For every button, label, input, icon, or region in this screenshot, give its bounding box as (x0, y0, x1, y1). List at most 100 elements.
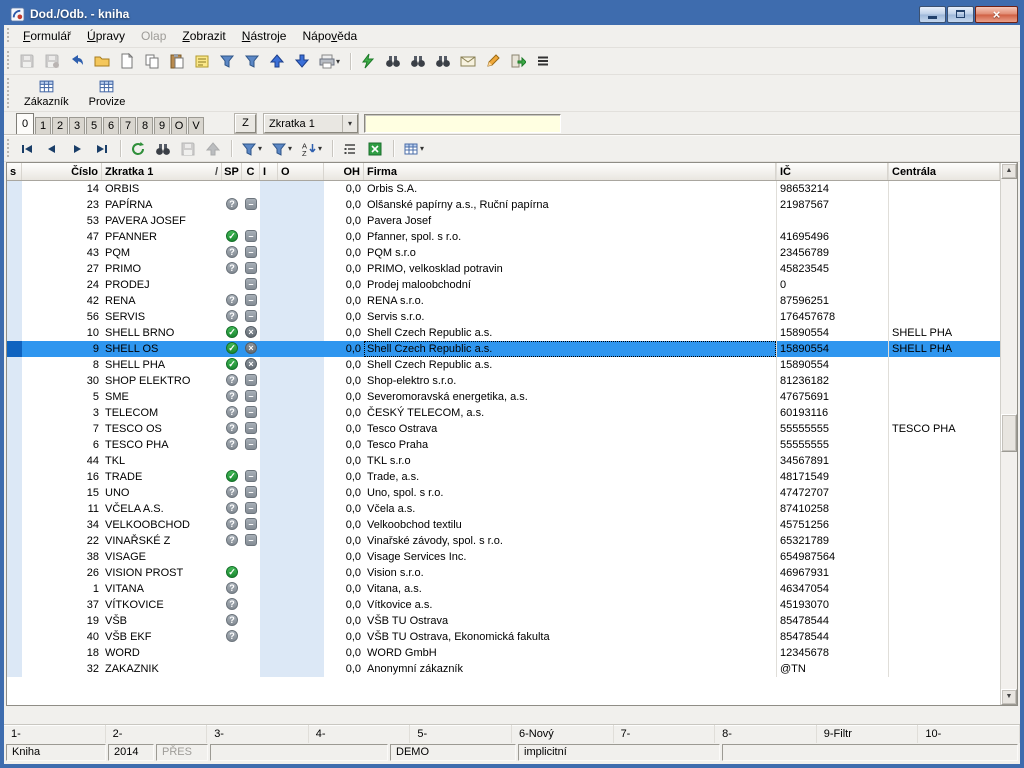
grid-row[interactable]: 3TELECOM?–0,0ČESKÝ TELECOM, a.s.60193116 (7, 405, 1000, 421)
grid-row[interactable]: 38VISAGE0,0Visage Services Inc.654987564 (7, 549, 1000, 565)
column-header-centrala[interactable]: Centrála (888, 163, 1000, 180)
column-header-i[interactable]: I (260, 163, 278, 180)
menu-item-nastroje[interactable]: Nástroje (234, 26, 295, 46)
grid-row[interactable]: 18WORD0,0WORD GmbH12345678 (7, 645, 1000, 661)
find-button[interactable] (381, 50, 405, 72)
first-record-button[interactable] (15, 138, 39, 160)
fn-key-3[interactable]: 3- (207, 725, 309, 743)
filter-button[interactable] (215, 50, 239, 72)
grid-row[interactable]: 8SHELL PHA✓×0,0Shell Czech Republic a.s.… (7, 357, 1000, 373)
scroll-track[interactable] (1001, 179, 1017, 689)
grid-row[interactable]: 53PAVERA JOSEF0,0Pavera Josef (7, 213, 1000, 229)
notes-button[interactable] (190, 50, 214, 72)
search-column-select[interactable]: Zkratka 1 ▾ (264, 114, 358, 133)
maximize-button[interactable] (947, 6, 974, 23)
edit-button[interactable] (481, 50, 505, 72)
grid-row[interactable]: 19VŠB?0,0VŠB TU Ostrava85478544 (7, 613, 1000, 629)
grid-row[interactable]: 23PAPÍRNA?–0,0Olšanské papírny a.s., Ruč… (7, 197, 1000, 213)
provize-button[interactable]: Provize (80, 76, 135, 110)
grid-row[interactable]: 1VITANA?0,0Vitana, a.s.46347054 (7, 581, 1000, 597)
open-button[interactable] (90, 50, 114, 72)
chevron-down-icon[interactable]: ▾ (288, 144, 292, 153)
menu-item-formular[interactable]: Formulář (15, 26, 79, 46)
tab-9[interactable]: 9 (154, 117, 170, 134)
grid-row[interactable]: 6TESCO PHA?–0,0Tesco Praha55555555 (7, 437, 1000, 453)
grid-row[interactable]: 9SHELL OS✓×0,0Shell Czech Republic a.s.1… (7, 341, 1000, 357)
chevron-down-icon[interactable]: ▾ (258, 144, 262, 153)
grid-row[interactable]: 47PFANNER✓–0,0Pfanner, spol. s r.o.41695… (7, 229, 1000, 245)
column-mode-button[interactable]: Z (235, 114, 256, 133)
grid-row[interactable]: 14ORBIS0,0Orbis S.A.98653214 (7, 181, 1000, 197)
undo-button[interactable] (65, 50, 89, 72)
chevron-down-icon[interactable]: ▾ (336, 57, 340, 66)
column-header-cislo[interactable]: Číslo (22, 163, 102, 180)
last-record-button[interactable] (90, 138, 114, 160)
column-header-firma[interactable]: Firma (364, 163, 776, 180)
grid-row[interactable]: 37VÍTKOVICE?0,0Vítkovice a.s.45193070 (7, 597, 1000, 613)
grid-row[interactable]: 5SME?–0,0Severomoravská energetika, a.s.… (7, 389, 1000, 405)
table-view-button[interactable]: ▾ (399, 138, 428, 160)
grid-row[interactable]: 22VINAŘSKÉ Z?–0,0Vinařské závody, spol. … (7, 533, 1000, 549)
grid-row[interactable]: 24PRODEJ–0,0Prodej maloobchodní0 (7, 277, 1000, 293)
fn-key-4[interactable]: 4- (309, 725, 411, 743)
grid-row[interactable]: 30SHOP ELEKTRO?–0,0Shop-elektro s.r.o.81… (7, 373, 1000, 389)
excel-export-button[interactable] (363, 138, 387, 160)
grid-row[interactable]: 15UNO?–0,0Uno, spol. s r.o.47472707 (7, 485, 1000, 501)
copy-button[interactable] (140, 50, 164, 72)
outline-view-button[interactable] (338, 138, 362, 160)
tab-2[interactable]: 2 (52, 117, 68, 134)
fn-key-8[interactable]: 8- (715, 725, 817, 743)
chevron-down-icon[interactable]: ▾ (342, 115, 357, 132)
fn-key-6[interactable]: 6-Nový (512, 725, 614, 743)
title-bar[interactable]: Dod./Odb. - kniha × (4, 0, 1020, 25)
tab-5[interactable]: 5 (86, 117, 102, 134)
tab-8[interactable]: 8 (137, 117, 153, 134)
fn-key-2[interactable]: 2- (106, 725, 208, 743)
chevron-down-icon[interactable]: ▾ (318, 144, 322, 153)
move-down-button[interactable] (290, 50, 314, 72)
grid-row[interactable]: 27PRIMO?–0,0PRIMO, velkosklad potravin45… (7, 261, 1000, 277)
move-up-button[interactable] (265, 50, 289, 72)
prev-record-button[interactable] (40, 138, 64, 160)
column-header-ic[interactable]: IČ (776, 163, 888, 180)
window-menu-button[interactable] (531, 50, 555, 72)
grid-row[interactable]: 16TRADE✓–0,0Trade, a.s.48171549 (7, 469, 1000, 485)
quick-search-input[interactable] (364, 114, 561, 133)
column-header-s[interactable]: s (7, 163, 22, 180)
filter-edit-button[interactable] (240, 50, 264, 72)
send-mail-button[interactable] (456, 50, 480, 72)
tab-0[interactable]: 0 (16, 113, 34, 134)
grid-row[interactable]: 11VČELA A.S.?–0,0Včela a.s.87410258 (7, 501, 1000, 517)
scroll-thumb[interactable] (1001, 414, 1017, 452)
print-button[interactable]: ▾ (315, 50, 344, 72)
menu-item-zobrazit[interactable]: Zobrazit (174, 26, 233, 46)
close-button[interactable]: × (975, 6, 1018, 23)
grid-row[interactable]: 40VŠB EKF?0,0VŠB TU Ostrava, Ekonomická … (7, 629, 1000, 645)
scroll-up-button[interactable]: ▲ (1001, 163, 1017, 179)
minimize-button[interactable] (919, 6, 946, 23)
grid-row[interactable]: 56SERVIS?–0,0Servis s.r.o.176457678 (7, 309, 1000, 325)
column-header-sp[interactable]: SP (222, 163, 242, 180)
column-header-zkratka[interactable]: Zkratka 1/ (102, 163, 222, 180)
grid-row[interactable]: 10SHELL BRNO✓×0,0Shell Czech Republic a.… (7, 325, 1000, 341)
paste-button[interactable] (165, 50, 189, 72)
grid-row[interactable]: 34VELKOOBCHOD?–0,0Velkoobchod textilu457… (7, 517, 1000, 533)
vertical-scrollbar[interactable]: ▲ ▼ (1000, 163, 1017, 705)
quick-action-button[interactable] (356, 50, 380, 72)
fn-key-1[interactable]: 1- (4, 725, 106, 743)
find-record-button[interactable] (151, 138, 175, 160)
grid-row[interactable]: 42RENA?–0,0RENA s.r.o.87596251 (7, 293, 1000, 309)
find-special-button[interactable] (431, 50, 455, 72)
column-header-oh[interactable]: OH (324, 163, 364, 180)
export-button[interactable] (506, 50, 530, 72)
fn-key-9[interactable]: 9-Filtr (817, 725, 919, 743)
grid-row[interactable]: 43PQM?–0,0PQM s.r.o23456789 (7, 245, 1000, 261)
filter-wizard-button[interactable]: ▾ (267, 138, 296, 160)
fn-key-7[interactable]: 7- (614, 725, 716, 743)
menu-item-napoveda[interactable]: Nápověda (294, 26, 365, 46)
tab-7[interactable]: 7 (120, 117, 136, 134)
grid-row[interactable]: 32ZAKAZNIK0,0Anonymní zákazník@TN (7, 661, 1000, 677)
tab-V[interactable]: V (188, 117, 204, 134)
next-record-button[interactable] (65, 138, 89, 160)
fn-key-5[interactable]: 5- (410, 725, 512, 743)
